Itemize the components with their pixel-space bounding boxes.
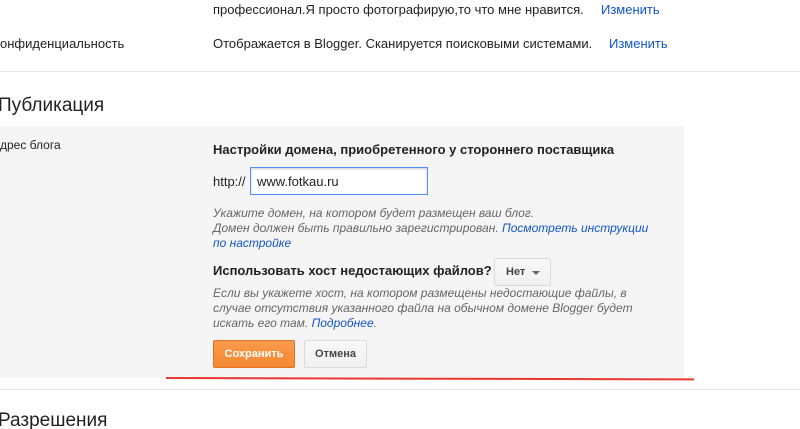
missing-files-select[interactable]: Нет <box>494 258 551 286</box>
domain-hint-line1: Укажите домен, на котором будет размещен… <box>213 206 535 220</box>
section-divider <box>0 71 800 72</box>
section-divider <box>0 389 800 390</box>
annotation-underline <box>165 377 695 381</box>
missing-files-hint: Если вы укажете хост, на котором размеще… <box>213 286 633 330</box>
profile-description: профессионал.Я просто фотографирую,то чт… <box>213 2 584 17</box>
privacy-edit-link[interactable]: Изменить <box>609 36 668 52</box>
permissions-section-title: Разрешения <box>0 410 108 429</box>
domain-input[interactable] <box>250 167 428 195</box>
privacy-label: онфиденциальность <box>0 36 125 51</box>
blog-settings-page: профессионал.Я просто фотографирую,то чт… <box>0 0 800 429</box>
profile-edit-link[interactable]: Изменить <box>601 2 660 18</box>
save-button[interactable]: Сохранить <box>213 340 295 368</box>
chevron-down-icon <box>532 271 540 275</box>
missing-files-selected-value: Нет <box>506 266 526 278</box>
domain-hint-line2: Домен должен быть правильно зарегистриро… <box>213 221 499 235</box>
publishing-section-title: Публикация <box>0 95 105 116</box>
protocol-prefix: http:// <box>213 174 246 189</box>
domain-hint-line2-wrap: Домен должен быть правильно зарегистриро… <box>213 221 663 251</box>
learn-more-link[interactable]: Подробнее <box>312 316 374 330</box>
domain-panel-title: Настройки домена, приобретенного у сторо… <box>213 142 615 157</box>
privacy-description: Отображается в Blogger. Сканируется поис… <box>213 36 593 51</box>
domain-hint: Укажите домен, на котором будет размещен… <box>213 206 663 251</box>
blog-address-label: дрес блога <box>0 138 61 152</box>
missing-files-question: Использовать хост недостающих файлов? <box>213 263 492 278</box>
missing-files-hint-block: Если вы укажете хост, на котором размеще… <box>213 286 633 330</box>
cancel-button[interactable]: Отмена <box>304 340 367 368</box>
